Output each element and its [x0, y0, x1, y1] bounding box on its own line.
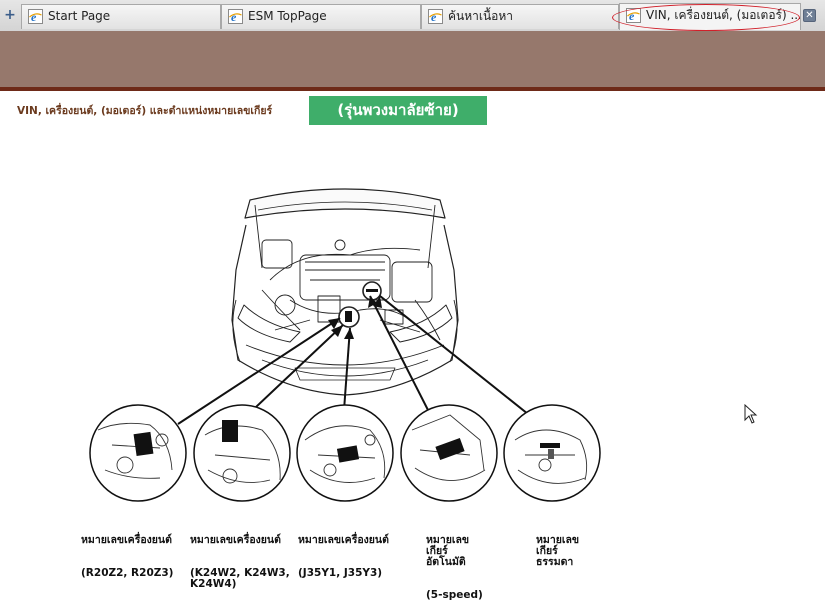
engine-location-diagram — [89, 188, 601, 502]
callout-r20-engine: หมายเลขเครื่องยนต์ (R20Z2, R20Z3) — [81, 513, 173, 590]
callout-title: หมายเลขเครื่องยนต์ — [298, 534, 389, 546]
callout-detail: (J35Y1, J35Y3) — [298, 567, 383, 579]
callout-title: หมายเลข เกียร์ อัตโนมัติ — [426, 534, 470, 568]
callout-detail: (5-speed) — [426, 589, 483, 601]
callout-j35-engine: หมายเลขเครื่องยนต์ (J35Y1, J35Y3) — [298, 513, 389, 590]
callout-title: หมายเลขเครื่องยนต์ — [81, 534, 172, 546]
callout-manual-transmission: หมายเลข เกียร์ ธรรมดา — [536, 513, 579, 601]
callout-title: หมายเลขเครื่องยนต์ — [190, 534, 281, 546]
callout-automatic-transmission: หมายเลข เกียร์ อัตโนมัติ (5-speed) — [426, 513, 483, 612]
callout-title: หมายเลข เกียร์ ธรรมดา — [536, 534, 580, 568]
detail-circle-k24 — [193, 404, 291, 502]
callout-detail: (R20Z2, R20Z3) — [81, 567, 174, 579]
hood — [244, 188, 446, 219]
callout-detail: (K24W2, K24W3, K24W4) — [190, 567, 290, 590]
callout-k24-engine: หมายเลขเครื่องยนต์ (K24W2, K24W3, K24W4) — [190, 513, 290, 601]
mouse-pointer-icon — [744, 404, 758, 424]
